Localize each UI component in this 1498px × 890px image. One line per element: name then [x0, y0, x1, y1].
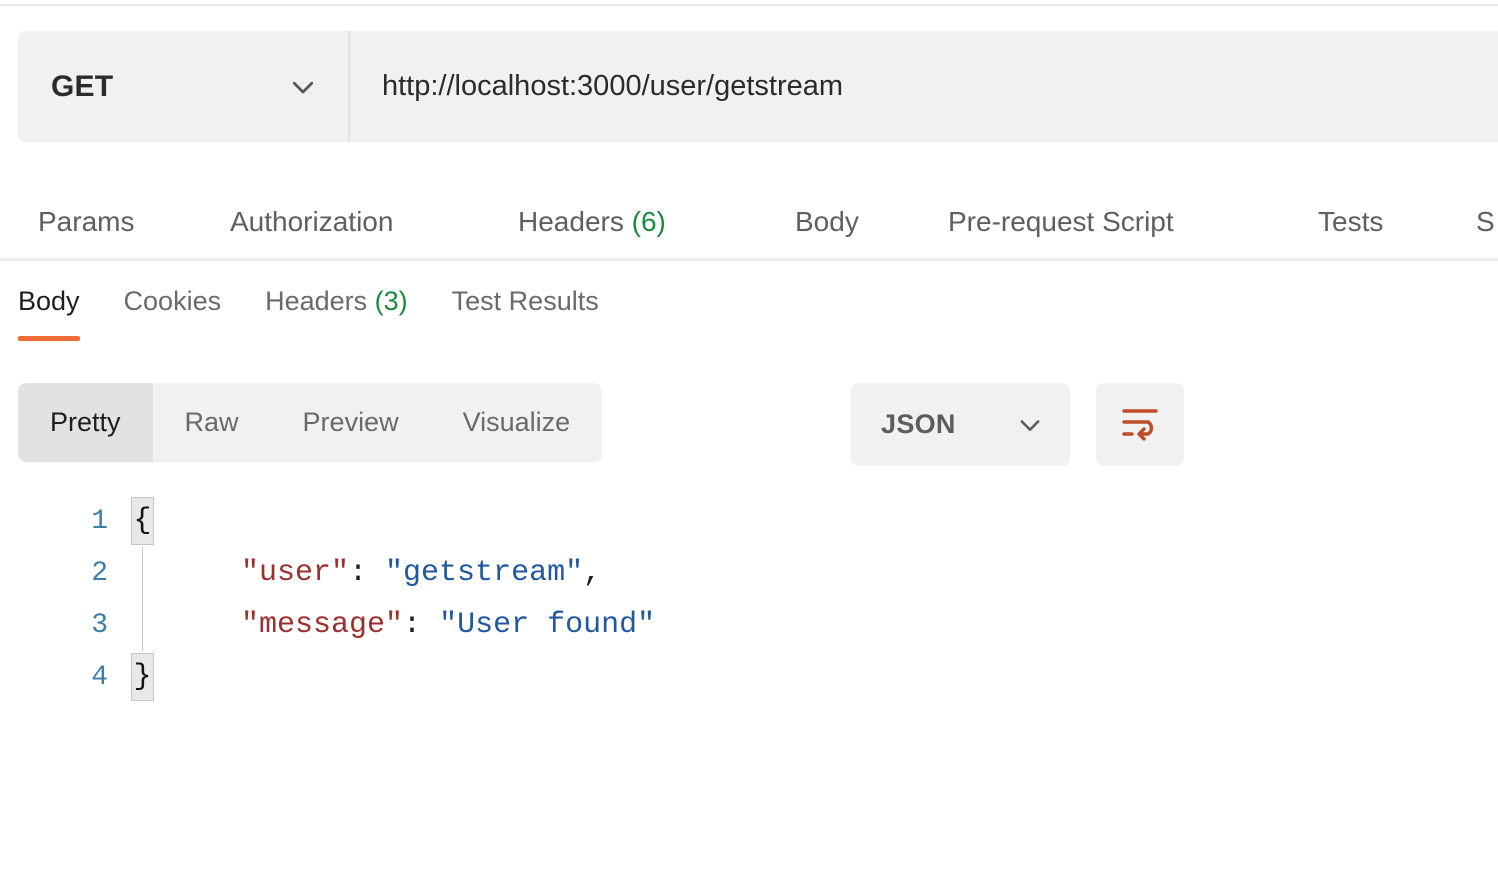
chevron-down-icon: [288, 72, 318, 102]
json-token-punct: :: [403, 608, 439, 642]
response-tab-bar: Body Cookies Headers (3) Test Results: [18, 286, 599, 323]
response-body-code[interactable]: 1{2 "user": "getstream",3 "message": "Us…: [0, 495, 1498, 890]
response-tab-label: Headers: [265, 286, 367, 316]
fold-column: {: [125, 495, 163, 547]
response-tab-label: Body: [18, 286, 80, 316]
code-line: 3 "message": "User found": [0, 599, 1498, 651]
line-number: 3: [0, 610, 125, 641]
view-mode-pretty[interactable]: Pretty: [18, 383, 153, 462]
fold-column: [125, 547, 163, 599]
request-tab-label: S: [1476, 206, 1495, 237]
view-mode-visualize[interactable]: Visualize: [431, 383, 603, 462]
http-method-selector[interactable]: GET: [18, 31, 350, 142]
code-line-text: "user": "getstream",: [163, 556, 601, 590]
request-url-input[interactable]: http://localhost:3000/user/getstream: [350, 31, 1498, 142]
response-tab-headers[interactable]: Headers (3): [265, 286, 408, 323]
response-tab-label: Test Results: [452, 286, 599, 316]
chevron-down-icon: [1016, 411, 1044, 439]
fold-guide-line: [142, 599, 143, 651]
request-url-text: http://localhost:3000/user/getstream: [382, 70, 843, 103]
request-tab-tests[interactable]: Tests: [1318, 206, 1383, 238]
view-mode-label: Visualize: [463, 407, 571, 438]
text-wrap-icon: [1118, 402, 1162, 447]
request-tab-s[interactable]: S: [1476, 206, 1495, 238]
request-tab-label: Tests: [1318, 206, 1383, 237]
code-line-text: "message": "User found": [163, 608, 655, 642]
line-number: 2: [0, 558, 125, 589]
view-mode-label: Raw: [185, 407, 239, 438]
json-token-key: "user": [169, 556, 349, 590]
response-tab-cookies[interactable]: Cookies: [124, 286, 222, 323]
request-tab-label: Pre-request Script: [948, 206, 1174, 237]
request-tab-bar: Params Authorization Headers (6) Body Pre-re…: [0, 184, 1498, 260]
request-tab-label: Headers: [518, 206, 624, 237]
fold-guide-line: [142, 547, 143, 599]
response-format-select[interactable]: JSON: [851, 383, 1070, 466]
fold-column: }: [125, 651, 163, 703]
request-tab-pre-request-script[interactable]: Pre-request Script: [948, 206, 1174, 238]
view-mode-label: Preview: [303, 407, 399, 438]
top-divider: [0, 4, 1498, 6]
json-token-str: "getstream": [385, 556, 583, 590]
request-tab-label: Authorization: [230, 206, 393, 237]
json-token-key: "message": [169, 608, 403, 642]
json-token-punct: ,: [583, 556, 601, 590]
view-mode-preview[interactable]: Preview: [271, 383, 431, 462]
response-view-mode-group: Pretty Raw Preview Visualize: [18, 383, 602, 462]
request-tab-headers[interactable]: Headers (6): [518, 206, 666, 238]
line-number: 4: [0, 662, 125, 693]
response-tab-label: Cookies: [124, 286, 222, 316]
response-tab-body[interactable]: Body: [18, 286, 80, 323]
request-tab-label: Body: [795, 206, 859, 237]
http-method-label: GET: [51, 70, 113, 104]
text-wrap-toggle-button[interactable]: [1096, 383, 1184, 466]
response-tab-count: (3): [367, 286, 408, 316]
json-token-punct: :: [349, 556, 385, 590]
code-line: 2 "user": "getstream",: [0, 547, 1498, 599]
response-format-label: JSON: [881, 409, 956, 440]
request-tab-authorization[interactable]: Authorization: [230, 206, 393, 238]
view-mode-label: Pretty: [50, 407, 121, 438]
request-tabs-divider: [0, 258, 1498, 261]
request-tab-label: Params: [38, 206, 134, 237]
request-url-bar: GET http://localhost:3000/user/getstream: [18, 31, 1498, 142]
request-tab-count: (6): [624, 206, 666, 237]
active-tab-underline: [18, 336, 80, 341]
code-line: 1{: [0, 495, 1498, 547]
line-number: 1: [0, 506, 125, 537]
response-tab-test-results[interactable]: Test Results: [452, 286, 599, 323]
view-mode-raw[interactable]: Raw: [153, 383, 271, 462]
request-tab-body[interactable]: Body: [795, 206, 859, 238]
fold-column: [125, 599, 163, 651]
request-tab-params[interactable]: Params: [38, 206, 134, 238]
fold-toggle[interactable]: {: [131, 497, 154, 545]
fold-toggle[interactable]: }: [131, 653, 154, 701]
json-token-str: "User found": [439, 608, 655, 642]
code-line: 4}: [0, 651, 1498, 703]
